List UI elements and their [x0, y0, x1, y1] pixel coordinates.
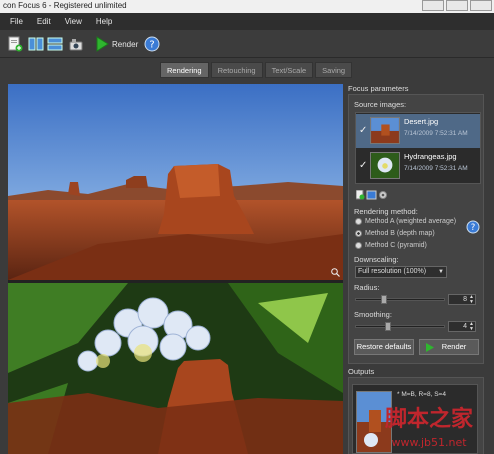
smoothing-slider[interactable]: [355, 322, 445, 331]
tab-saving[interactable]: Saving: [315, 62, 353, 78]
downscaling-label: Downscaling:: [354, 255, 399, 264]
spin-arrows-icon[interactable]: ▲ ▼: [469, 295, 474, 305]
source-images-label: Source images:: [354, 100, 407, 109]
restore-defaults-button[interactable]: Restore defaults: [354, 339, 414, 355]
checkbox-checked-icon[interactable]: ✓: [359, 125, 367, 136]
smoothing-value: 4: [463, 323, 467, 330]
minimize-button[interactable]: [422, 0, 444, 11]
method-b-option[interactable]: Method B (depth map): [355, 230, 435, 237]
preview-area: [8, 84, 343, 454]
method-help-icon[interactable]: ?: [466, 220, 480, 234]
radius-stepper[interactable]: 8 ▲ ▼: [448, 294, 476, 305]
toolbar: Render ?: [0, 30, 494, 58]
toolbar-render-label[interactable]: Render: [112, 40, 138, 49]
menu-bar: File Edit View Help: [0, 13, 494, 30]
hydrangea-thumbnail: [370, 152, 400, 179]
method-a-label: Method A (weighted average): [365, 218, 457, 225]
menu-edit[interactable]: Edit: [37, 17, 51, 26]
svg-text:?: ?: [149, 40, 154, 51]
zoom-icon[interactable]: [331, 268, 340, 277]
watermark-text: 脚本之家: [385, 406, 474, 432]
radius-value: 8: [463, 296, 467, 303]
add-images-icon[interactable]: [7, 36, 23, 52]
render-button[interactable]: Render: [419, 339, 479, 355]
rendering-method-label: Rendering method:: [354, 207, 418, 216]
camera-icon[interactable]: [68, 36, 84, 52]
render-play-icon: [426, 343, 434, 352]
tab-text-scale[interactable]: Text/Scale: [264, 62, 314, 78]
list-item[interactable]: ✓ Hydrangeas.jpg 7/14/2009 7:52:31 AM: [356, 149, 480, 183]
focus-parameters-group: Source images: ✓ Desert.jpg 7/14/2009 7:…: [348, 94, 484, 364]
gear-icon: [379, 191, 387, 199]
watermark-url: www.jb51.net: [391, 436, 467, 449]
window-controls: [422, 0, 492, 11]
source-actions: [356, 190, 387, 200]
outputs-heading: Outputs: [348, 367, 375, 376]
split-view-icon[interactable]: [28, 36, 44, 52]
title-bar: con Focus 6 - Registered unlimited: [0, 0, 494, 13]
menu-file[interactable]: File: [10, 17, 23, 26]
output-description: * M=B, R=8, S=4: [397, 391, 446, 398]
source-name: Desert.jpg: [404, 117, 439, 126]
hydrangea-preview-image[interactable]: [8, 283, 343, 454]
radio-icon[interactable]: [355, 242, 362, 249]
desert-thumbnail: [370, 117, 400, 144]
spin-arrows-icon[interactable]: ▲ ▼: [469, 322, 474, 332]
render-button-label: Render: [441, 342, 467, 351]
radius-slider-thumb[interactable]: [381, 295, 387, 304]
radio-icon[interactable]: [355, 218, 362, 225]
focus-parameters-heading: Focus parameters: [348, 84, 409, 93]
stacked-view-icon[interactable]: [47, 36, 63, 52]
list-item[interactable]: ✓ Desert.jpg 7/14/2009 7:52:31 AM: [356, 114, 480, 148]
window-title: con Focus 6 - Registered unlimited: [3, 1, 127, 10]
watermark: 脚本之家 www.jb51.net: [385, 406, 474, 449]
downscaling-value: Full resolution (100%): [358, 268, 427, 275]
source-images-list: ✓ Desert.jpg 7/14/2009 7:52:31 AM ✓ Hydr…: [355, 112, 481, 184]
render-play-icon[interactable]: [94, 36, 110, 52]
radio-selected-icon[interactable]: [355, 230, 362, 237]
smoothing-slider-thumb[interactable]: [385, 322, 391, 331]
maximize-button[interactable]: [446, 0, 468, 11]
image-icon: [366, 190, 377, 200]
help-icon[interactable]: ?: [144, 36, 160, 52]
mode-tabs: Rendering Retouching Text/Scale Saving: [160, 62, 353, 78]
radius-slider[interactable]: [355, 295, 445, 304]
method-a-option[interactable]: Method A (weighted average): [355, 218, 456, 225]
downscaling-select[interactable]: Full resolution (100%) ▼: [355, 266, 447, 278]
tab-rendering[interactable]: Rendering: [160, 62, 209, 78]
right-panel: Focus parameters Source images: ✓ Desert…: [346, 84, 494, 454]
svg-text:?: ?: [471, 223, 476, 233]
radius-label: Radius:: [354, 283, 380, 292]
method-c-label: Method C (pyramid): [365, 242, 427, 249]
method-b-label: Method B (depth map): [365, 230, 435, 237]
close-button[interactable]: [470, 0, 492, 11]
chevron-down-icon: ▼: [438, 269, 444, 275]
source-date: 7/14/2009 7:52:31 AM: [404, 130, 468, 137]
method-c-option[interactable]: Method C (pyramid): [355, 242, 427, 249]
smoothing-stepper[interactable]: 4 ▲ ▼: [448, 321, 476, 332]
desert-preview-image[interactable]: [8, 84, 343, 280]
menu-help[interactable]: Help: [96, 17, 112, 26]
source-name: Hydrangeas.jpg: [404, 152, 457, 161]
menu-view[interactable]: View: [65, 17, 82, 26]
tab-retouching[interactable]: Retouching: [210, 62, 263, 78]
smoothing-label: Smoothing:: [354, 310, 392, 319]
source-date: 7/14/2009 7:52:31 AM: [404, 165, 468, 172]
checkbox-checked-icon[interactable]: ✓: [359, 160, 367, 171]
add-file-icon: [356, 190, 365, 200]
